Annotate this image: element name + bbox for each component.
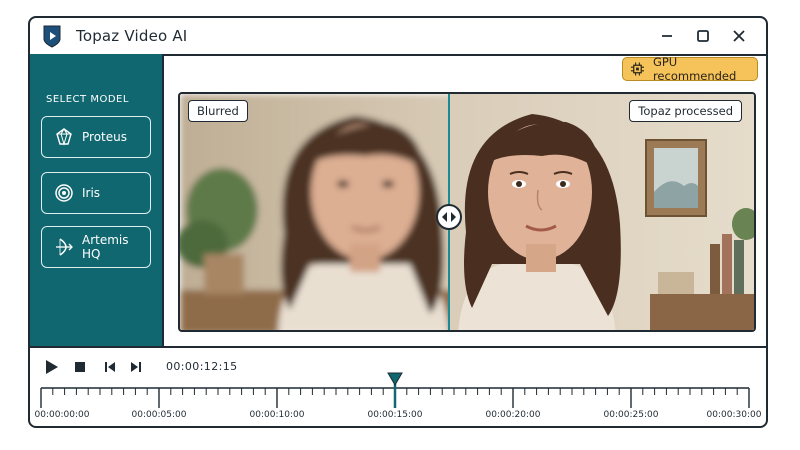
gpu-badge-label: GPU recommended — [652, 55, 737, 83]
playhead-marker[interactable] — [387, 372, 403, 386]
current-timecode: 00:00:12:15 — [166, 360, 238, 373]
skip-forward-icon — [131, 362, 141, 372]
model-label: Artemis HQ — [82, 233, 129, 261]
preview-image — [180, 94, 754, 330]
timeline-label: 00:00:25:00 — [603, 410, 659, 420]
timeline-label: 00:00:15:00 — [367, 410, 423, 420]
close-icon — [733, 30, 745, 42]
minimize-button[interactable] — [656, 25, 678, 47]
model-button-artemis-hq[interactable]: Artemis HQ — [41, 226, 151, 268]
gem-icon — [56, 128, 72, 146]
play-button[interactable] — [42, 357, 62, 377]
skip-forward-button[interactable] — [126, 357, 146, 377]
chip-icon — [630, 62, 645, 76]
timeline-label: 00:00:00:00 — [34, 410, 90, 420]
split-handle[interactable] — [436, 204, 462, 230]
comparison-preview[interactable]: Blurred Topaz processed — [178, 92, 756, 332]
model-label: Iris — [82, 186, 101, 200]
close-button[interactable] — [728, 25, 750, 47]
title-bar: Topaz Video AI — [30, 18, 766, 56]
model-button-iris[interactable]: Iris — [41, 172, 151, 214]
app-title: Topaz Video AI — [76, 27, 188, 45]
model-button-proteus[interactable]: Proteus — [41, 116, 151, 158]
stop-button[interactable] — [70, 357, 90, 377]
skip-back-button[interactable] — [100, 357, 120, 377]
stop-icon — [75, 362, 85, 372]
model-sidebar: SELECT MODEL Proteus Iris Artemis HQ — [30, 54, 164, 346]
maximize-icon — [697, 30, 709, 42]
processed-label: Topaz processed — [629, 100, 742, 122]
timeline-label: 00:00:20:00 — [485, 410, 541, 420]
maximize-button[interactable] — [692, 25, 714, 47]
app-logo-icon — [43, 25, 61, 48]
timeline-label: 00:00:30:00 — [706, 410, 762, 420]
timeline-label: 00:00:05:00 — [131, 410, 187, 420]
model-label: Proteus — [82, 130, 127, 144]
play-icon — [46, 360, 58, 374]
timeline-label: 00:00:10:00 — [249, 410, 305, 420]
blurred-label: Blurred — [188, 100, 248, 122]
target-icon — [55, 184, 73, 202]
playback-panel: 00:00:12:15 00:00:00:00 00:00:05:00 00:00:… — [30, 346, 766, 426]
timeline-track[interactable] — [40, 384, 750, 408]
skip-back-icon — [105, 362, 115, 372]
minimize-icon — [662, 35, 672, 37]
gpu-recommended-badge: GPU recommended — [622, 55, 758, 83]
split-arrows-icon — [442, 212, 456, 222]
app-window: Topaz Video AI SELECT MODEL Proteus Iris… — [28, 16, 768, 428]
sidebar-header: SELECT MODEL — [46, 94, 129, 105]
bow-arrow-icon — [56, 238, 73, 256]
